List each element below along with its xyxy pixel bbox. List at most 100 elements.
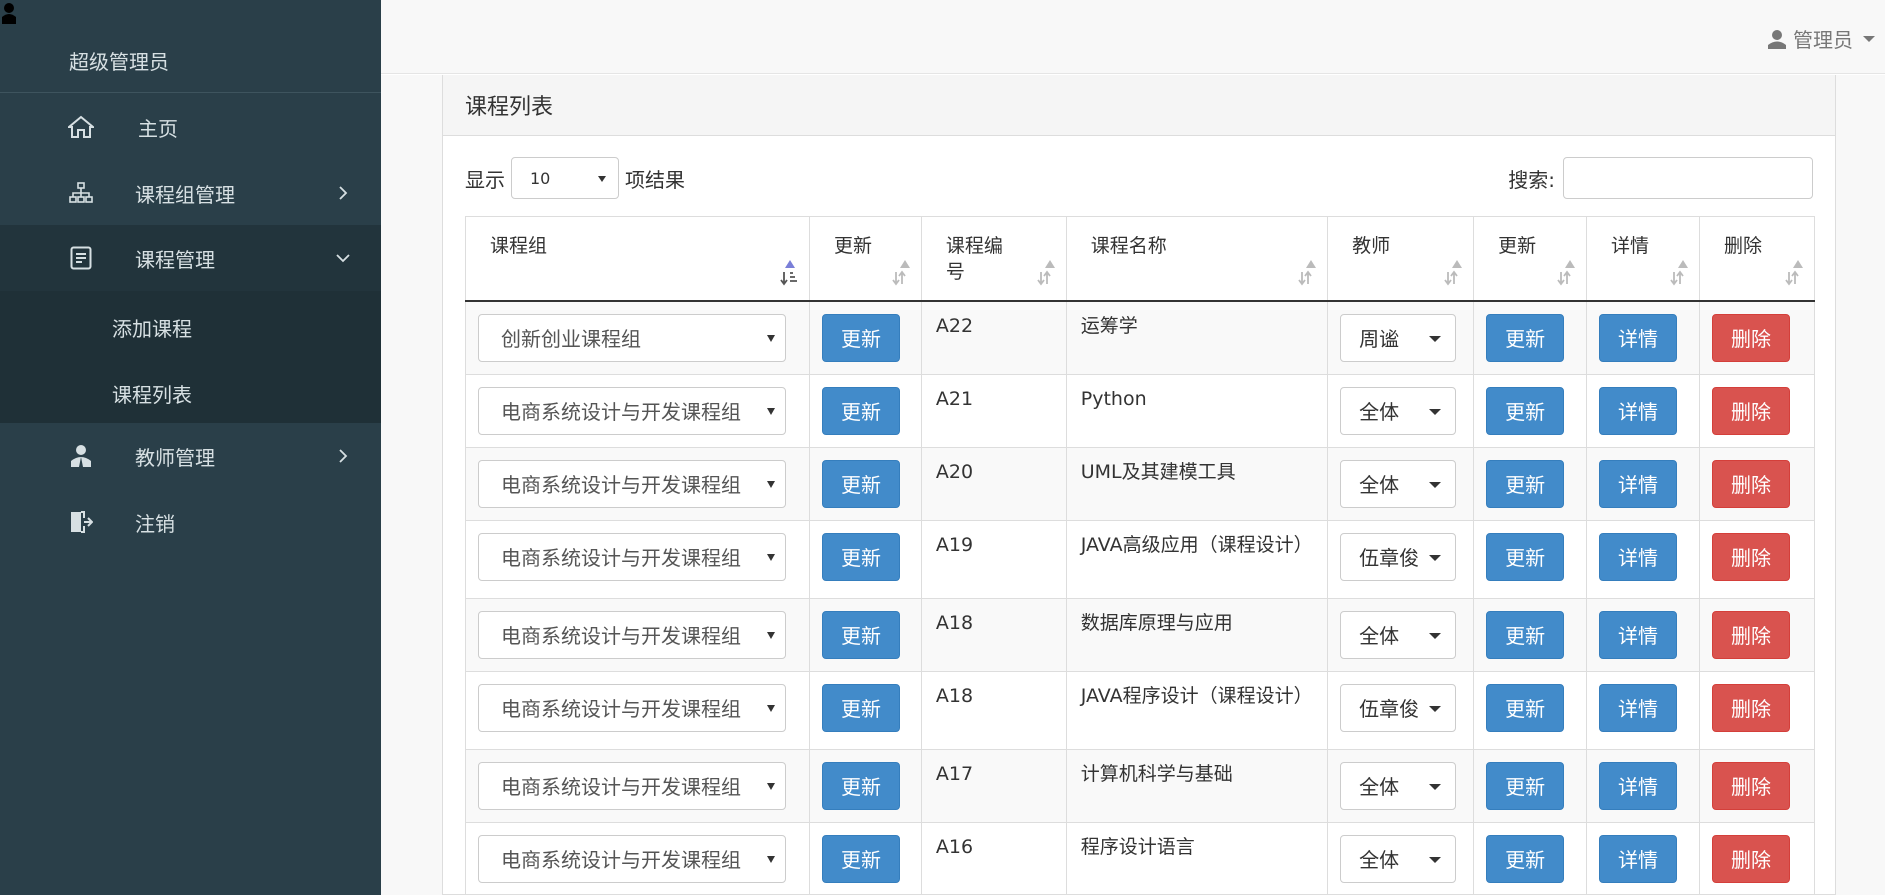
caret-down-icon bbox=[1429, 554, 1442, 561]
teacher-select[interactable]: 周谧 bbox=[1340, 313, 1457, 362]
teacher-value: 周谧 bbox=[1359, 327, 1400, 351]
th-course-group[interactable]: 课程组 bbox=[465, 216, 810, 302]
user-menu[interactable]: 管理员 bbox=[1767, 24, 1875, 53]
course-list-panel: 课程列表 显示 10 项结果 搜索: 课程组 更新 课程编号 课程名称 教师 更新 bbox=[442, 75, 1836, 895]
sidebar-item-label: 课程管理 bbox=[135, 247, 215, 272]
update-group-button[interactable]: 更新 bbox=[821, 313, 900, 362]
sidebar-item-teacher-management[interactable]: 教师管理 bbox=[0, 423, 381, 489]
show-label: 显示 bbox=[465, 167, 505, 192]
cell-name: JAVA程序设计（课程设计） bbox=[1065, 670, 1329, 750]
th-teacher[interactable]: 教师 bbox=[1327, 216, 1475, 302]
th-detail[interactable]: 详情 bbox=[1586, 216, 1700, 302]
detail-button[interactable]: 详情 bbox=[1599, 386, 1678, 435]
teacher-select[interactable]: 全体 bbox=[1340, 459, 1457, 508]
course-group-select[interactable]: 电商系统设计与开发课程组 bbox=[478, 386, 786, 435]
panel-title: 课程列表 bbox=[443, 75, 1835, 136]
course-code: A16 bbox=[935, 835, 974, 858]
course-group-value: 电商系统设计与开发课程组 bbox=[501, 848, 741, 872]
update-group-button[interactable]: 更新 bbox=[821, 532, 900, 581]
th-course-code[interactable]: 课程编号 bbox=[920, 216, 1067, 302]
detail-button[interactable]: 详情 bbox=[1599, 313, 1678, 362]
course-code: A22 bbox=[935, 314, 974, 337]
detail-button[interactable]: 详情 bbox=[1599, 610, 1678, 659]
teacher-select[interactable]: 全体 bbox=[1340, 761, 1457, 810]
delete-button[interactable]: 删除 bbox=[1711, 386, 1790, 435]
delete-button[interactable]: 删除 bbox=[1711, 834, 1790, 883]
cell-detail: 详情 bbox=[1586, 821, 1700, 895]
update-group-button[interactable]: 更新 bbox=[821, 386, 900, 435]
course-name: UML及其建模工具 bbox=[1080, 460, 1236, 483]
course-group-value: 电商系统设计与开发课程组 bbox=[501, 775, 741, 799]
sidebar-item-logout[interactable]: 注销 bbox=[0, 489, 381, 555]
delete-button[interactable]: 删除 bbox=[1711, 683, 1790, 732]
course-group-select[interactable]: 电商系统设计与开发课程组 bbox=[478, 834, 786, 883]
teacher-select[interactable]: 全体 bbox=[1340, 834, 1457, 883]
table-row: 电商系统设计与开发课程组 更新 A20 UML及其建模工具 全体 更新 详情 删除 bbox=[465, 446, 1816, 521]
course-name: JAVA高级应用（课程设计） bbox=[1080, 533, 1313, 556]
caret-down-icon bbox=[1429, 705, 1442, 712]
update-teacher-button[interactable]: 更新 bbox=[1486, 313, 1565, 362]
detail-button[interactable]: 详情 bbox=[1599, 761, 1678, 810]
th-delete[interactable]: 删除 bbox=[1698, 216, 1816, 302]
update-teacher-button[interactable]: 更新 bbox=[1486, 834, 1565, 883]
cell-code: A22 bbox=[920, 300, 1067, 375]
delete-button[interactable]: 删除 bbox=[1711, 761, 1790, 810]
cell-teacher: 全体 bbox=[1327, 446, 1475, 521]
update-teacher-button[interactable]: 更新 bbox=[1486, 459, 1565, 508]
cell-code: A18 bbox=[920, 597, 1067, 672]
teacher-select[interactable]: 全体 bbox=[1340, 610, 1457, 659]
cell-teacher: 周谧 bbox=[1327, 300, 1475, 375]
update-group-button[interactable]: 更新 bbox=[821, 459, 900, 508]
caret-down-icon bbox=[1429, 856, 1442, 863]
detail-button[interactable]: 详情 bbox=[1599, 459, 1678, 508]
cell-detail: 详情 bbox=[1586, 670, 1700, 750]
teacher-select[interactable]: 伍章俊 bbox=[1340, 532, 1457, 581]
chevron-down-icon bbox=[336, 254, 350, 263]
sidebar-item-course-management[interactable]: 课程管理 bbox=[0, 225, 381, 291]
course-group-select[interactable]: 电商系统设计与开发课程组 bbox=[478, 683, 786, 732]
course-group-select[interactable]: 电商系统设计与开发课程组 bbox=[478, 532, 786, 581]
cell-delete: 删除 bbox=[1698, 373, 1816, 448]
cell-delete: 删除 bbox=[1698, 446, 1816, 521]
th-update[interactable]: 更新 bbox=[808, 216, 922, 302]
sidebar-item-home[interactable]: 主页 bbox=[0, 94, 381, 160]
delete-button[interactable]: 删除 bbox=[1711, 459, 1790, 508]
sidebar-subitem-add-course[interactable]: 添加课程 bbox=[112, 313, 192, 342]
delete-button[interactable]: 删除 bbox=[1711, 313, 1790, 362]
update-group-button[interactable]: 更新 bbox=[821, 610, 900, 659]
detail-button[interactable]: 详情 bbox=[1599, 683, 1678, 732]
update-teacher-button[interactable]: 更新 bbox=[1486, 532, 1565, 581]
course-group-select[interactable]: 电商系统设计与开发课程组 bbox=[478, 610, 786, 659]
course-name: Python bbox=[1080, 387, 1147, 410]
course-group-select[interactable]: 创新创业课程组 bbox=[478, 313, 786, 362]
update-teacher-button[interactable]: 更新 bbox=[1486, 386, 1565, 435]
delete-button[interactable]: 删除 bbox=[1711, 532, 1790, 581]
sidebar: 超级管理员 主页 课程组管理 课程管理 添加课程 课程列表 教师管理 注销 bbox=[0, 0, 381, 895]
teacher-select[interactable]: 伍章俊 bbox=[1340, 683, 1457, 732]
update-group-button[interactable]: 更新 bbox=[821, 834, 900, 883]
th-update-2[interactable]: 更新 bbox=[1473, 216, 1588, 302]
cell-name: 程序设计语言 bbox=[1065, 821, 1329, 895]
cell-detail: 详情 bbox=[1586, 300, 1700, 375]
sidebar-item-course-group[interactable]: 课程组管理 bbox=[0, 160, 381, 226]
page-length-select[interactable]: 10 bbox=[511, 157, 619, 199]
course-group-select[interactable]: 电商系统设计与开发课程组 bbox=[478, 459, 786, 508]
home-icon bbox=[68, 114, 94, 140]
cell-update: 更新 bbox=[808, 519, 922, 599]
th-course-name[interactable]: 课程名称 bbox=[1065, 216, 1329, 302]
update-teacher-button[interactable]: 更新 bbox=[1486, 761, 1565, 810]
detail-button[interactable]: 详情 bbox=[1599, 532, 1678, 581]
user-icon bbox=[2, 3, 16, 24]
update-group-button[interactable]: 更新 bbox=[821, 683, 900, 732]
detail-button[interactable]: 详情 bbox=[1599, 834, 1678, 883]
user-menu-label: 管理员 bbox=[1793, 28, 1853, 52]
teacher-select[interactable]: 全体 bbox=[1340, 386, 1457, 435]
update-teacher-button[interactable]: 更新 bbox=[1486, 683, 1565, 732]
update-group-button[interactable]: 更新 bbox=[821, 761, 900, 810]
update-teacher-button[interactable]: 更新 bbox=[1486, 610, 1565, 659]
delete-button[interactable]: 删除 bbox=[1711, 610, 1790, 659]
course-group-select[interactable]: 电商系统设计与开发课程组 bbox=[478, 761, 786, 810]
search-input[interactable] bbox=[1563, 157, 1813, 199]
sidebar-divider bbox=[0, 92, 381, 93]
sidebar-subitem-course-list[interactable]: 课程列表 bbox=[112, 379, 192, 408]
